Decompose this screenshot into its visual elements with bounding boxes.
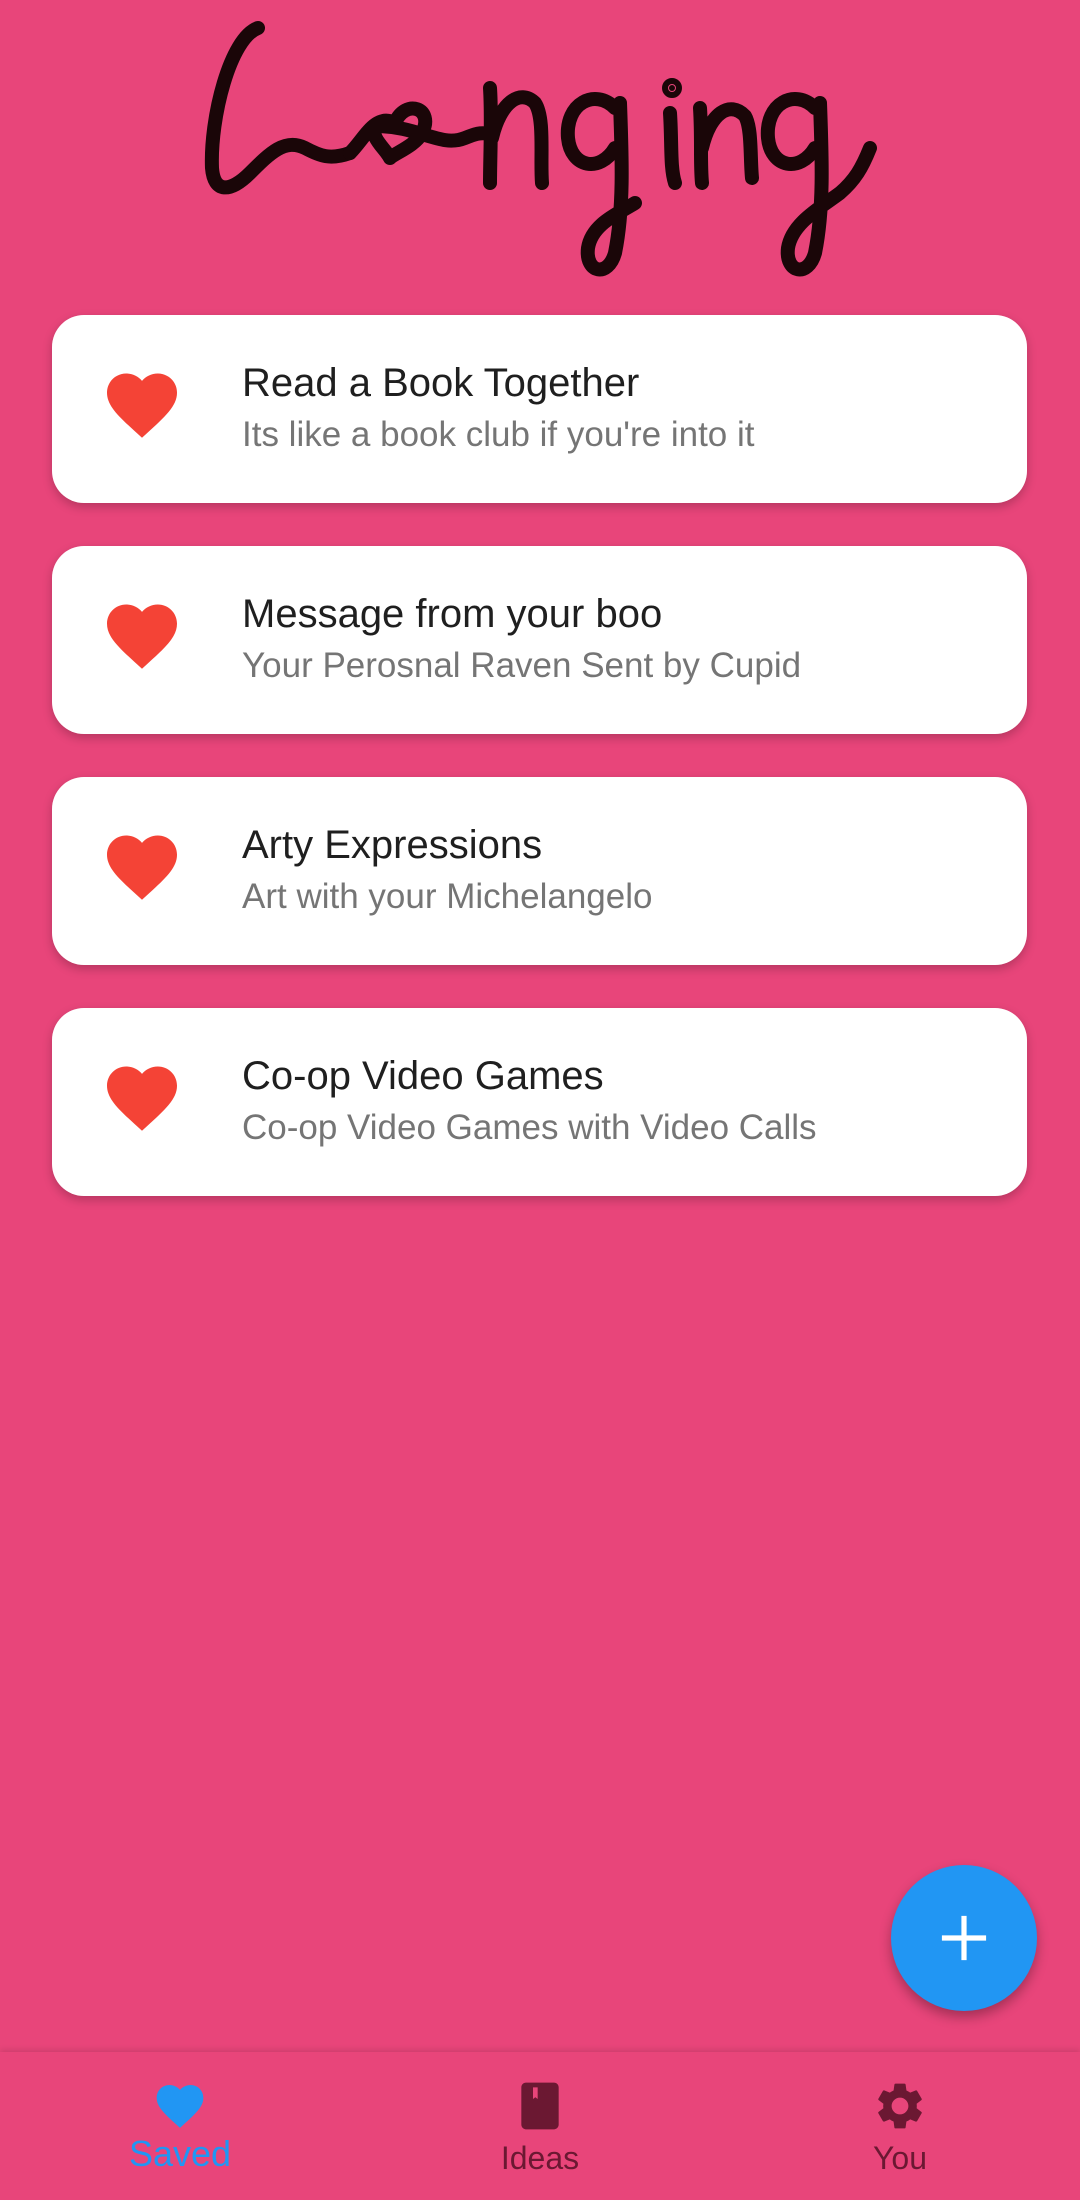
list-item-card[interactable]: Arty Expressions Art with your Michelang… [52, 777, 1027, 965]
app-screen: Read a Book Together Its like a book clu… [0, 0, 1080, 2200]
card-subtitle: Its like a book club if you're into it [242, 415, 755, 454]
card-subtitle: Co-op Video Games with Video Calls [242, 1108, 817, 1147]
nav-label-saved: Saved [128, 2133, 232, 2174]
card-subtitle: Your Perosnal Raven Sent by Cupid [242, 646, 802, 685]
list-item-card[interactable]: Co-op Video Games Co-op Video Games with… [52, 1008, 1027, 1196]
heart-icon [152, 2078, 208, 2134]
plus-icon [941, 1915, 987, 1961]
heart-icon[interactable] [100, 363, 184, 447]
app-logo [190, 8, 890, 288]
bottom-navigation: Saved Ideas You [0, 2052, 1080, 2200]
gear-icon [872, 2078, 928, 2134]
nav-label-you: You [873, 2140, 927, 2176]
card-subtitle: Art with your Michelangelo [242, 877, 653, 916]
card-title: Read a Book Together [242, 361, 640, 405]
heart-icon[interactable] [100, 825, 184, 909]
logo-image [204, 21, 877, 277]
ideas-list: Read a Book Together Its like a book clu… [52, 315, 1027, 1239]
heart-icon[interactable] [100, 594, 184, 678]
card-title: Arty Expressions [242, 823, 543, 867]
nav-item-you[interactable]: You [720, 2052, 1080, 2200]
nav-item-saved[interactable]: Saved [0, 2052, 360, 2200]
list-item-card[interactable]: Read a Book Together Its like a book clu… [52, 315, 1027, 503]
nav-label-ideas: Ideas [500, 2140, 580, 2176]
list-item-card[interactable]: Message from your boo Your Perosnal Rave… [52, 546, 1027, 734]
card-title: Message from your boo [242, 592, 663, 636]
add-idea-button[interactable] [891, 1865, 1037, 2011]
nav-item-ideas[interactable]: Ideas [360, 2052, 720, 2200]
book-icon [512, 2078, 568, 2134]
card-title: Co-op Video Games [242, 1054, 604, 1098]
heart-icon[interactable] [100, 1056, 184, 1140]
